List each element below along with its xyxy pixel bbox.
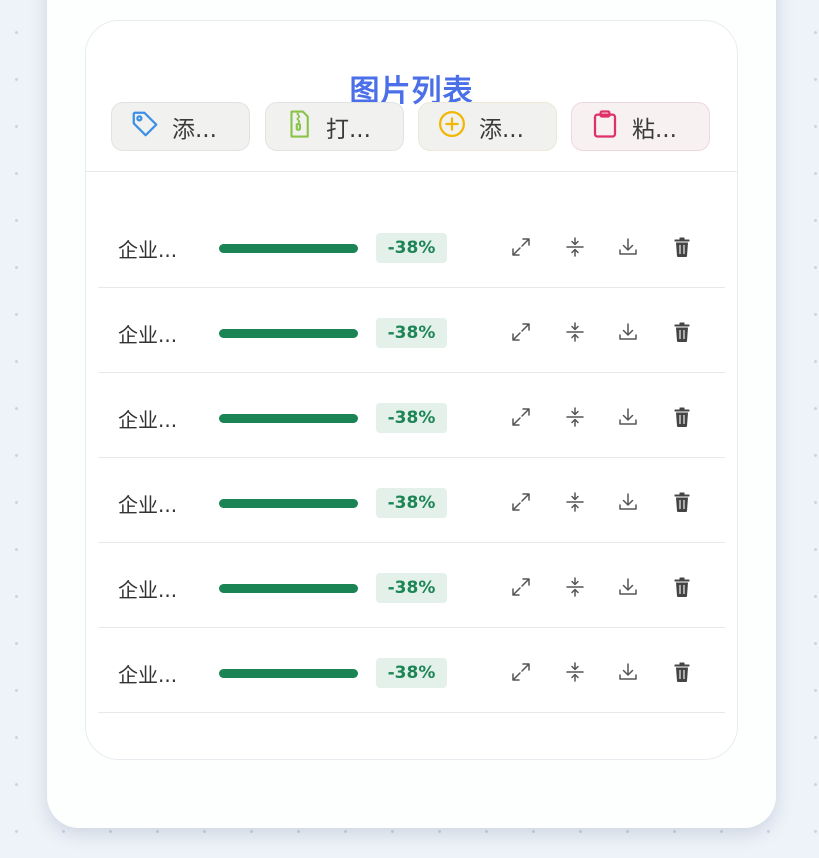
compression-badge: -38%	[376, 658, 447, 688]
download-icon[interactable]	[616, 320, 640, 344]
clipboard-icon	[590, 109, 620, 145]
progress-bar	[219, 584, 358, 593]
list-item: 企业... -38%	[98, 458, 725, 543]
compress-icon[interactable]	[563, 490, 587, 514]
expand-icon[interactable]	[509, 660, 533, 684]
trash-icon[interactable]	[670, 320, 694, 344]
expand-icon[interactable]	[509, 405, 533, 429]
file-name: 企业...	[118, 578, 178, 602]
file-name: 企业...	[118, 663, 178, 687]
list-item: 企业... -38%	[98, 543, 725, 628]
compress-icon[interactable]	[563, 575, 587, 599]
compression-badge: -38%	[376, 403, 447, 433]
compress-icon[interactable]	[563, 405, 587, 429]
compress-icon[interactable]	[563, 660, 587, 684]
expand-icon[interactable]	[509, 320, 533, 344]
expand-icon[interactable]	[509, 575, 533, 599]
trash-icon[interactable]	[670, 235, 694, 259]
trash-icon[interactable]	[670, 575, 694, 599]
compress-icon[interactable]	[563, 320, 587, 344]
trash-icon[interactable]	[670, 660, 694, 684]
add-image-button[interactable]: 添...	[418, 102, 557, 151]
file-name: 企业...	[118, 238, 178, 262]
toolbar-divider	[86, 171, 737, 172]
zip-file-icon	[284, 109, 314, 145]
download-icon[interactable]	[616, 660, 640, 684]
trash-icon[interactable]	[670, 405, 694, 429]
add-tag-button[interactable]: 添...	[111, 102, 250, 151]
compress-icon[interactable]	[563, 235, 587, 259]
file-name: 企业...	[118, 323, 178, 347]
download-icon[interactable]	[616, 235, 640, 259]
plus-circle-icon	[437, 109, 467, 145]
tag-icon	[130, 109, 160, 145]
trash-icon[interactable]	[670, 490, 694, 514]
file-name: 企业...	[118, 408, 178, 432]
add-image-label: 添...	[479, 116, 524, 143]
file-list: 企业... -38% 企业... -38% 企业... -38% 企业... -…	[98, 186, 725, 713]
list-item: 企业... -38%	[98, 186, 725, 288]
progress-bar	[219, 669, 358, 678]
compression-badge: -38%	[376, 233, 447, 263]
download-icon[interactable]	[616, 405, 640, 429]
compression-badge: -38%	[376, 488, 447, 518]
add-tag-label: 添...	[172, 116, 217, 143]
paste-button[interactable]: 粘...	[571, 102, 710, 151]
compression-badge: -38%	[376, 318, 447, 348]
progress-bar	[219, 414, 358, 423]
list-item: 企业... -38%	[98, 373, 725, 458]
image-list-card: 图片列表 添... 打... 添... 粘... 企业... -38% 企业..…	[85, 20, 738, 760]
list-item: 企业... -38%	[98, 628, 725, 713]
pack-zip-button[interactable]: 打...	[265, 102, 404, 151]
expand-icon[interactable]	[509, 235, 533, 259]
file-name: 企业...	[118, 493, 178, 517]
download-icon[interactable]	[616, 575, 640, 599]
list-item: 企业... -38%	[98, 288, 725, 373]
pack-zip-label: 打...	[326, 116, 371, 143]
progress-bar	[219, 499, 358, 508]
compression-badge: -38%	[376, 573, 447, 603]
progress-bar	[219, 329, 358, 338]
download-icon[interactable]	[616, 490, 640, 514]
progress-bar	[219, 244, 358, 253]
paste-label: 粘...	[632, 116, 677, 143]
expand-icon[interactable]	[509, 490, 533, 514]
